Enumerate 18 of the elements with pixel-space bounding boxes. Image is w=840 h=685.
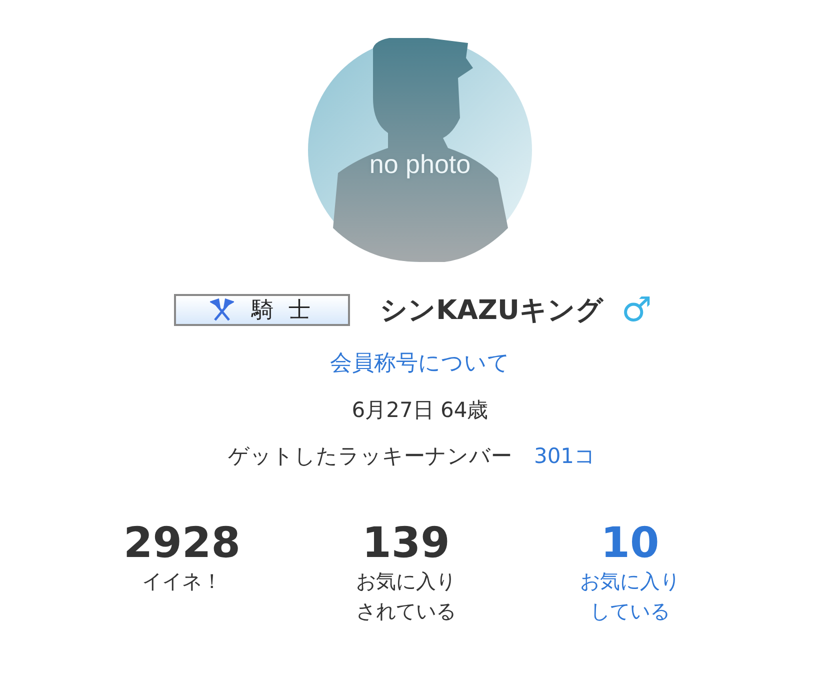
stat-label: されている [356, 598, 456, 626]
title-info-link[interactable]: 会員称号について [330, 348, 510, 378]
no-photo-caption: no photo [368, 149, 472, 180]
lucky-number-count[interactable]: 301コ [534, 442, 596, 470]
stat-label: イイネ！ [142, 568, 222, 596]
crossed-axes-icon [210, 298, 234, 322]
stat-value: 139 [362, 520, 450, 566]
stat-link-label[interactable]: している [590, 596, 670, 626]
male-icon: ♂ [621, 290, 652, 330]
lucky-number-label: ゲットしたラッキーナンバー [228, 443, 512, 470]
stat-link-value[interactable]: 10 [600, 520, 660, 566]
user-name: シンKAZUキング [380, 294, 604, 328]
rank-label: 騎 士 [252, 297, 315, 325]
birthday-age: 6月27日 64歳 [352, 397, 488, 424]
stat-value: 2928 [124, 520, 240, 566]
person-silhouette-icon [308, 38, 532, 262]
stat-link-label[interactable]: お気に入り [580, 566, 680, 596]
stat-label: お気に入り [356, 568, 456, 596]
